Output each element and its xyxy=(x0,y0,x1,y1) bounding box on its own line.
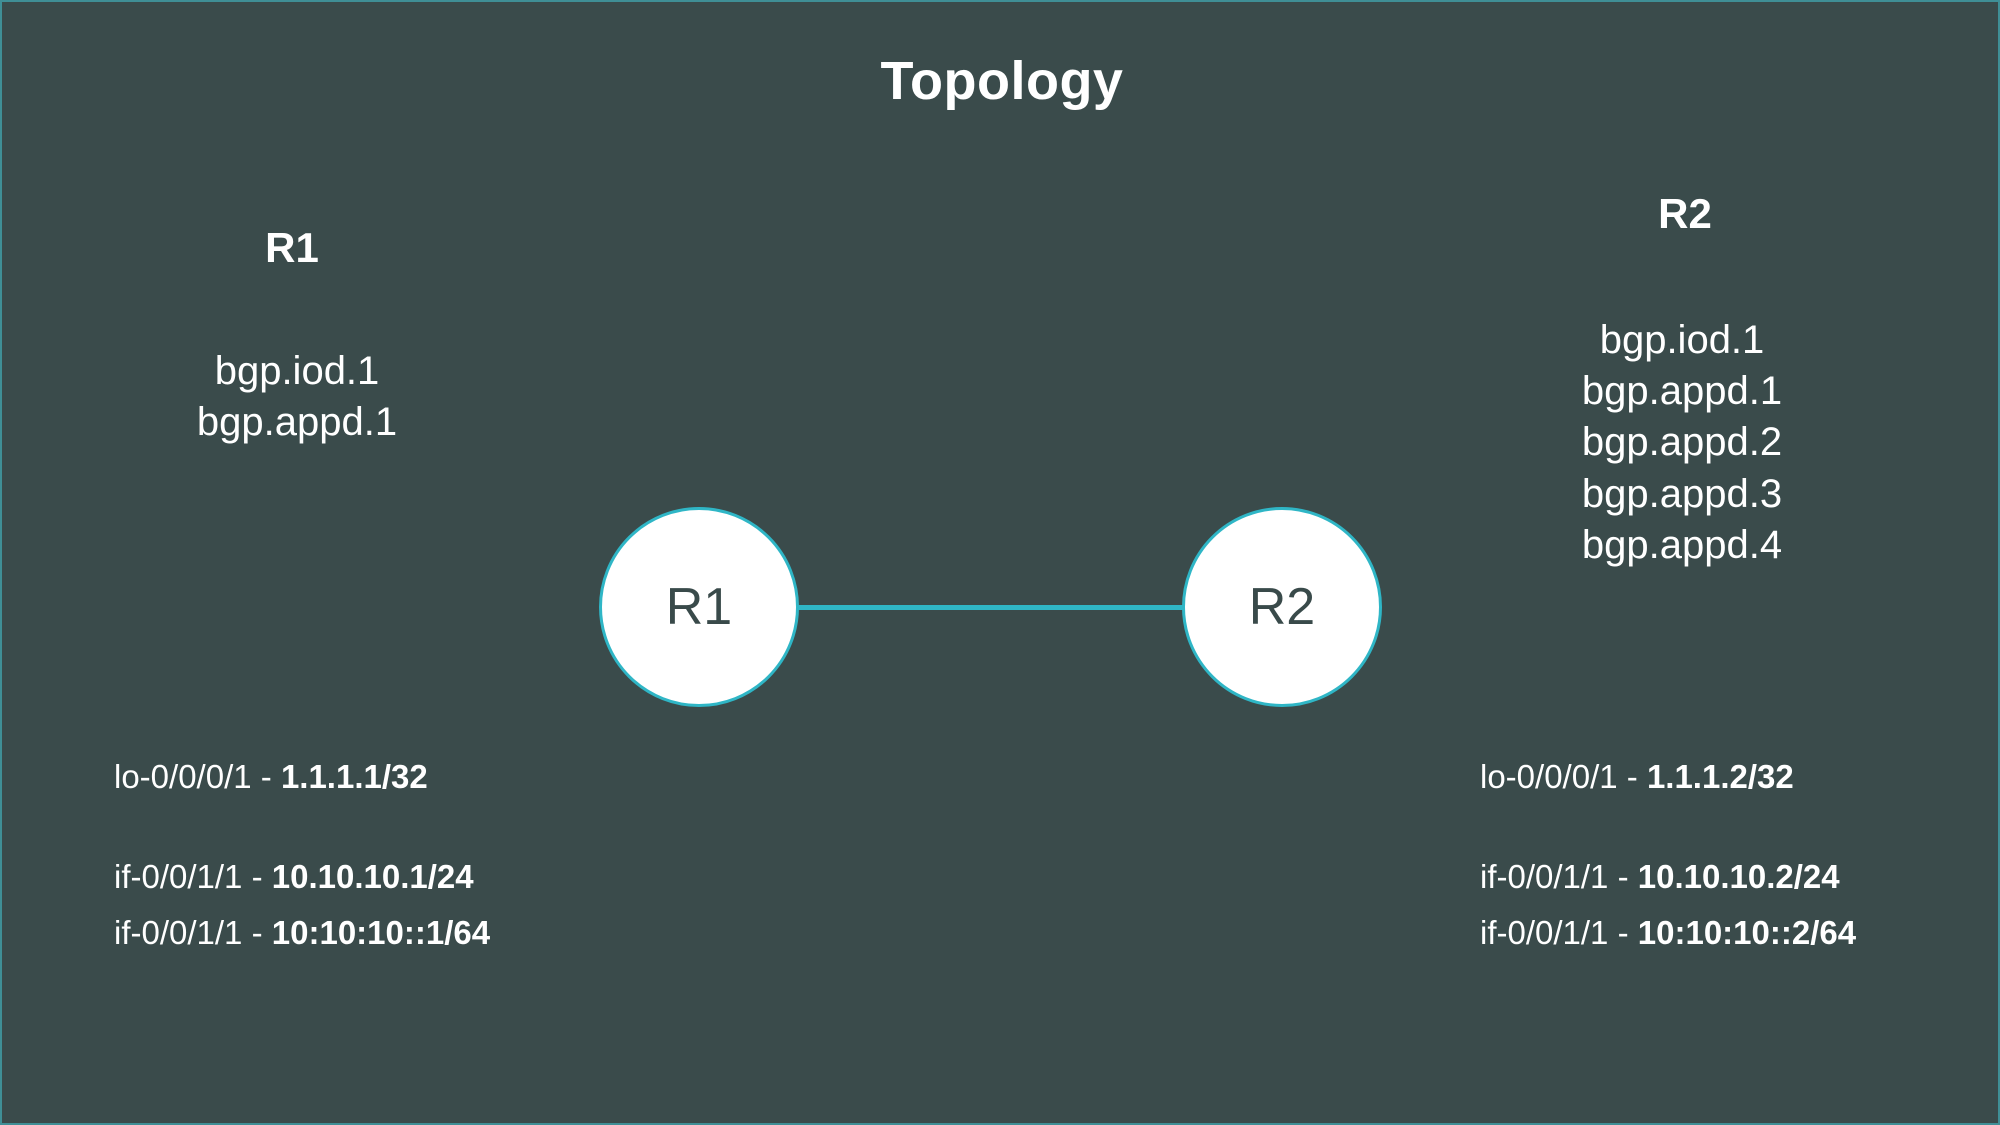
interface-name: if-0/0/1/1 xyxy=(114,858,243,895)
page-title: Topology xyxy=(880,51,1124,111)
node-r2[interactable]: R2 xyxy=(1182,507,1382,707)
interface-address: 10.10.10.1/24 xyxy=(271,858,474,895)
interface-separator: - xyxy=(1617,858,1629,895)
interface-separator: - xyxy=(260,758,272,795)
process-list-r1: bgp.iod.1 bgp.appd.1 xyxy=(152,346,442,448)
process-item: bgp.appd.4 xyxy=(1581,522,1783,567)
interface-row: if-0/0/1/1 - 10.10.10.2/24 xyxy=(1480,860,1856,916)
interface-row: lo-0/0/0/1 - 1.1.1.2/32 xyxy=(1480,760,1856,816)
interface-name: if-0/0/1/1 xyxy=(114,914,243,951)
interface-address: 10:10:10::1/64 xyxy=(271,914,491,951)
interface-name: if-0/0/1/1 xyxy=(1480,914,1609,951)
interface-row: if-0/0/1/1 - 10:10:10::2/64 xyxy=(1480,916,1856,972)
interface-row: lo-0/0/0/1 - 1.1.1.1/32 xyxy=(114,760,490,816)
node-label-r2: R2 xyxy=(1248,578,1316,636)
interface-address: 10.10.10.2/24 xyxy=(1637,858,1840,895)
process-list-r2: bgp.iod.1 bgp.appd.1 bgp.appd.2 bgp.appd… xyxy=(1532,315,1832,571)
interface-name: lo-0/0/0/1 xyxy=(114,758,252,795)
interface-address: 1.1.1.1/32 xyxy=(280,758,428,795)
process-item: bgp.appd.1 xyxy=(1581,369,1783,414)
node-r1[interactable]: R1 xyxy=(599,507,799,707)
process-item: bgp.appd.3 xyxy=(1581,471,1783,516)
interface-row: if-0/0/1/1 - 10:10:10::1/64 xyxy=(114,916,490,972)
interface-separator: - xyxy=(1617,914,1629,951)
process-item: bgp.iod.1 xyxy=(214,349,380,393)
router-heading-r1: R1 xyxy=(265,224,319,271)
interface-address: 10:10:10::2/64 xyxy=(1637,914,1857,951)
process-item: bgp.appd.2 xyxy=(1581,420,1783,465)
router-heading-r2: R2 xyxy=(1658,190,1712,237)
interface-name: lo-0/0/0/1 xyxy=(1480,758,1618,795)
interface-separator: - xyxy=(251,858,263,895)
node-label-r1: R1 xyxy=(665,578,733,636)
interface-list-r1: lo-0/0/0/1 - 1.1.1.1/32 if-0/0/1/1 - 10.… xyxy=(114,760,490,972)
interface-separator: - xyxy=(1626,758,1638,795)
interface-address: 1.1.1.2/32 xyxy=(1646,758,1794,795)
topology-diagram: Topology R1 bgp.iod.1 bgp.appd.1 R2 bgp.… xyxy=(0,0,2000,1125)
interface-name: if-0/0/1/1 xyxy=(1480,858,1609,895)
interface-list-r2: lo-0/0/0/1 - 1.1.1.2/32 if-0/0/1/1 - 10.… xyxy=(1480,760,1856,972)
process-item: bgp.appd.1 xyxy=(196,400,398,445)
interface-row: if-0/0/1/1 - 10.10.10.1/24 xyxy=(114,860,490,916)
interface-separator: - xyxy=(251,914,263,951)
link-r1-r2 xyxy=(792,605,1186,610)
process-item: bgp.iod.1 xyxy=(1599,318,1765,362)
